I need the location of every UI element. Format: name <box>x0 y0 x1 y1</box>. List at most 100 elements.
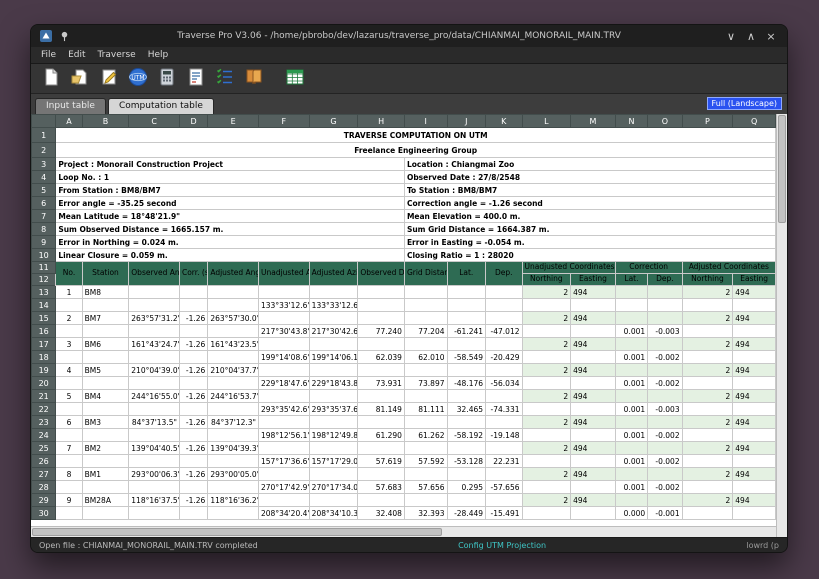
cell[interactable] <box>128 376 180 390</box>
cell[interactable]: -58.549 <box>446 350 487 364</box>
cell[interactable] <box>614 298 649 312</box>
column-header[interactable]: Q <box>732 114 776 128</box>
cell[interactable] <box>521 402 572 416</box>
column-header[interactable]: I <box>403 114 448 128</box>
cell[interactable] <box>647 493 683 507</box>
cell[interactable]: 494 <box>570 441 616 455</box>
table-header-cell[interactable]: Unadjusted Coordinates <box>521 261 616 274</box>
cell[interactable] <box>128 402 180 416</box>
cell[interactable]: 2 <box>521 285 572 299</box>
cell[interactable]: 494 <box>732 467 776 481</box>
cell[interactable] <box>570 324 616 338</box>
cell[interactable]: -1.26 <box>178 337 209 351</box>
table-header-cell[interactable]: Observed Distance <box>357 261 405 286</box>
cell[interactable] <box>647 298 683 312</box>
table-header-cell[interactable]: Station <box>81 261 130 286</box>
cell[interactable] <box>178 376 209 390</box>
cell[interactable]: 244°16'53.7" <box>207 389 259 403</box>
cell[interactable]: -0.003 <box>647 402 683 416</box>
row-header[interactable]: 24 <box>31 428 57 442</box>
cell[interactable] <box>55 428 83 442</box>
cell[interactable] <box>732 428 776 442</box>
cell[interactable]: -58.192 <box>446 428 487 442</box>
cell[interactable]: 293°35'42.6" <box>258 402 310 416</box>
cell[interactable]: 0.001 <box>614 376 649 390</box>
cell[interactable] <box>403 311 448 325</box>
cell[interactable]: Mean Elevation = 400.0 m. <box>403 209 776 223</box>
cell[interactable] <box>178 350 209 364</box>
cell[interactable]: 2 <box>521 493 572 507</box>
pin-icon[interactable] <box>57 29 71 43</box>
cell[interactable]: 494 <box>570 285 616 299</box>
cell[interactable] <box>732 402 776 416</box>
cell[interactable]: BM6 <box>81 337 130 351</box>
cell[interactable] <box>403 363 448 377</box>
column-header[interactable]: L <box>521 114 572 128</box>
cell[interactable]: 494 <box>570 337 616 351</box>
cell[interactable]: Mean Latitude = 18°48'21.9" <box>55 209 405 223</box>
cell[interactable] <box>128 324 180 338</box>
cell[interactable] <box>485 467 523 481</box>
cell[interactable] <box>207 324 259 338</box>
cell[interactable]: 293°35'37.6" <box>308 402 359 416</box>
cell[interactable]: Sum Grid Distance = 1664.387 m. <box>403 222 776 236</box>
cell[interactable] <box>178 480 209 494</box>
cell[interactable] <box>446 441 487 455</box>
cell[interactable]: 84°37'12.3" <box>207 415 259 429</box>
cell[interactable] <box>647 311 683 325</box>
cell[interactable] <box>81 350 130 364</box>
table-header-cell[interactable]: Correction <box>614 261 683 274</box>
cell[interactable] <box>446 311 487 325</box>
cell[interactable] <box>308 285 359 299</box>
cell[interactable]: 199°14'06.1" <box>308 350 359 364</box>
cell[interactable]: 2 <box>521 389 572 403</box>
cell[interactable] <box>178 402 209 416</box>
close-button[interactable]: × <box>763 30 779 43</box>
cell[interactable]: 494 <box>732 337 776 351</box>
cell[interactable]: 4 <box>55 363 83 377</box>
table-header-cell[interactable]: Easting <box>570 273 616 286</box>
cell[interactable]: 208°34'10.3" <box>308 506 359 520</box>
row-header[interactable]: 26 <box>31 454 57 468</box>
cell[interactable]: 0.000 <box>614 506 649 520</box>
cell[interactable]: 2 <box>681 467 734 481</box>
cell[interactable] <box>732 324 776 338</box>
cell[interactable] <box>681 402 734 416</box>
cell[interactable]: -1.26 <box>178 467 209 481</box>
cell[interactable] <box>614 337 649 351</box>
cell[interactable] <box>258 389 310 403</box>
horizontal-scrollbar[interactable] <box>31 526 776 537</box>
cell[interactable] <box>570 428 616 442</box>
cell[interactable]: -48.176 <box>446 376 487 390</box>
cell[interactable] <box>614 363 649 377</box>
cell[interactable] <box>81 454 130 468</box>
cell[interactable] <box>681 506 734 520</box>
cell[interactable]: 293°00'06.3" <box>128 467 180 481</box>
cell[interactable] <box>207 376 259 390</box>
cell[interactable]: Linear Closure = 0.059 m. <box>55 248 405 262</box>
row-header[interactable]: 1 <box>31 127 57 143</box>
cell[interactable] <box>681 350 734 364</box>
row-header[interactable]: 5 <box>31 183 57 197</box>
cell[interactable]: -56.034 <box>485 376 523 390</box>
cell[interactable]: Sum Observed Distance = 1665.157 m. <box>55 222 405 236</box>
cell[interactable] <box>570 350 616 364</box>
cell[interactable]: 494 <box>732 415 776 429</box>
row-header[interactable]: 7 <box>31 209 57 223</box>
cell[interactable]: -0.001 <box>647 506 683 520</box>
cell[interactable] <box>681 298 734 312</box>
row-header[interactable]: 6 <box>31 196 57 210</box>
view-mode-badge[interactable]: Full (Landscape) <box>706 97 782 110</box>
cell[interactable]: 81.149 <box>357 402 405 416</box>
cell[interactable]: -1.26 <box>178 493 209 507</box>
cell[interactable] <box>207 298 259 312</box>
cell[interactable]: 494 <box>732 311 776 325</box>
cell[interactable] <box>732 298 776 312</box>
export-table-button[interactable] <box>283 67 307 91</box>
cell[interactable] <box>207 506 259 520</box>
cell[interactable]: BM8 <box>81 285 130 299</box>
cell[interactable] <box>55 350 83 364</box>
cell[interactable]: Project : Monorail Construction Project <box>55 157 405 171</box>
cell[interactable]: 77.240 <box>357 324 405 338</box>
cell[interactable] <box>258 493 310 507</box>
